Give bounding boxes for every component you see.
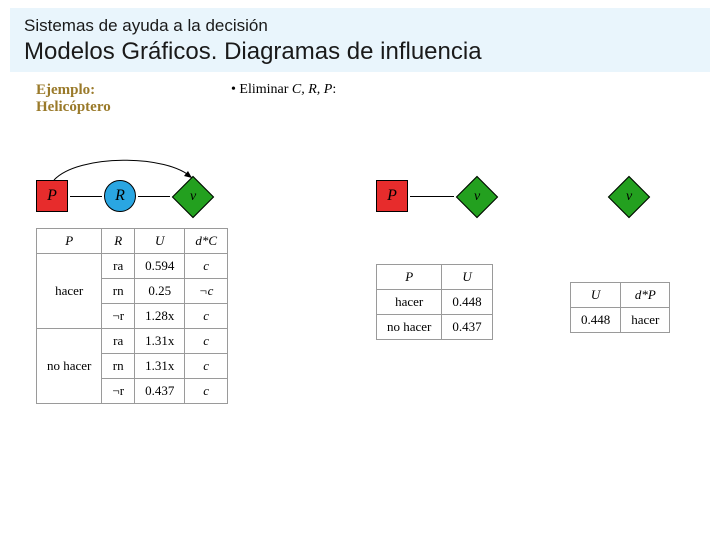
decision-icon: P	[36, 180, 68, 212]
eliminate-colon: :	[332, 82, 336, 97]
arrow-icon	[138, 196, 170, 197]
panels: P R v P R U d*C hacer	[36, 170, 702, 510]
cell: hacer	[621, 308, 670, 333]
arrow-icon	[410, 196, 454, 197]
table-udp: U d*P 0.448 hacer	[570, 282, 670, 333]
col-r: R	[102, 229, 135, 254]
table-row: U d*P	[571, 283, 670, 308]
cell: rn	[102, 354, 135, 379]
node-v-label: v	[626, 189, 632, 205]
cell: 1.31x	[135, 354, 185, 379]
eliminate-bullet: • Eliminar	[231, 82, 292, 97]
cell: c	[185, 304, 228, 329]
cell: 0.448	[442, 290, 492, 315]
cell: 0.594	[135, 254, 185, 279]
table-pu: P U hacer 0.448 no hacer 0.437	[376, 264, 493, 340]
node-v: v	[614, 182, 644, 212]
node-p: P	[36, 180, 68, 212]
example-line2: Helicóptero	[36, 99, 111, 115]
cell: c	[185, 354, 228, 379]
table-row: P U	[377, 265, 493, 290]
cell: ra	[102, 329, 135, 354]
panel-pv: P v P U hacer 0.448 no hacer 0.437	[376, 170, 493, 340]
col-p: P	[37, 229, 102, 254]
table-row: P R U d*C	[37, 229, 228, 254]
table-row: no hacer ra 1.31x c	[37, 329, 228, 354]
node-v-label: v	[474, 189, 480, 205]
table-row: hacer 0.448	[377, 290, 493, 315]
cell: no hacer	[377, 315, 442, 340]
chance-icon: R	[104, 180, 136, 212]
example-line1: Ejemplo:	[36, 82, 95, 98]
panel-prv: P R v P R U d*C hacer	[36, 170, 228, 404]
cell: 1.31x	[135, 329, 185, 354]
table-row: hacer ra 0.594 c	[37, 254, 228, 279]
decision-icon: P	[376, 180, 408, 212]
eliminate-text: • Eliminar C, R, P:	[231, 82, 336, 98]
value-icon: v	[608, 176, 650, 218]
content-area: Ejemplo: Helicóptero • Eliminar C, R, P:…	[36, 82, 702, 510]
cell: 0.448	[571, 308, 621, 333]
col-dc: d*C	[185, 229, 228, 254]
main-title: Modelos Gráficos. Diagramas de influenci…	[24, 38, 696, 66]
value-icon: v	[456, 176, 498, 218]
example-label: Ejemplo: Helicóptero	[36, 82, 702, 116]
value-icon: v	[172, 176, 214, 218]
cell: ra	[102, 254, 135, 279]
pre-title: Sistemas de ayuda a la decisión	[24, 16, 696, 36]
diagram-pv: P v	[376, 170, 493, 224]
col-u: U	[442, 265, 492, 290]
cell: ¬c	[185, 279, 228, 304]
cell: 0.437	[135, 379, 185, 404]
table-pru: P R U d*C hacer ra 0.594 c rn 0.25 ¬c	[36, 228, 228, 404]
cell: hacer	[377, 290, 442, 315]
diagram-prv: P R v	[36, 170, 228, 224]
cell: no hacer	[37, 329, 102, 404]
cell: hacer	[37, 254, 102, 329]
node-r: R	[104, 180, 136, 212]
cell: 1.28x	[135, 304, 185, 329]
arrow-icon	[70, 196, 102, 197]
eliminate-vars: C, R, P	[292, 82, 332, 97]
node-p-label: P	[387, 187, 397, 205]
node-r-label: R	[115, 187, 125, 205]
node-v-label: v	[190, 189, 196, 205]
table-row: no hacer 0.437	[377, 315, 493, 340]
header-band: Sistemas de ayuda a la decisión Modelos …	[10, 8, 710, 72]
cell: c	[185, 379, 228, 404]
node-p-label: P	[47, 187, 57, 205]
cell: ¬r	[102, 379, 135, 404]
col-u: U	[135, 229, 185, 254]
col-p: P	[377, 265, 442, 290]
cell: rn	[102, 279, 135, 304]
cell: c	[185, 329, 228, 354]
node-p: P	[376, 180, 408, 212]
panel-v: v U d*P 0.448 hacer	[576, 170, 720, 333]
cell: c	[185, 254, 228, 279]
node-v: v	[462, 182, 492, 212]
col-dp: d*P	[621, 283, 670, 308]
node-v: v	[178, 182, 208, 212]
cell: ¬r	[102, 304, 135, 329]
cell: 0.437	[442, 315, 492, 340]
diagram-v: v	[576, 170, 720, 224]
cell: 0.25	[135, 279, 185, 304]
table-row: 0.448 hacer	[571, 308, 670, 333]
col-u: U	[571, 283, 621, 308]
